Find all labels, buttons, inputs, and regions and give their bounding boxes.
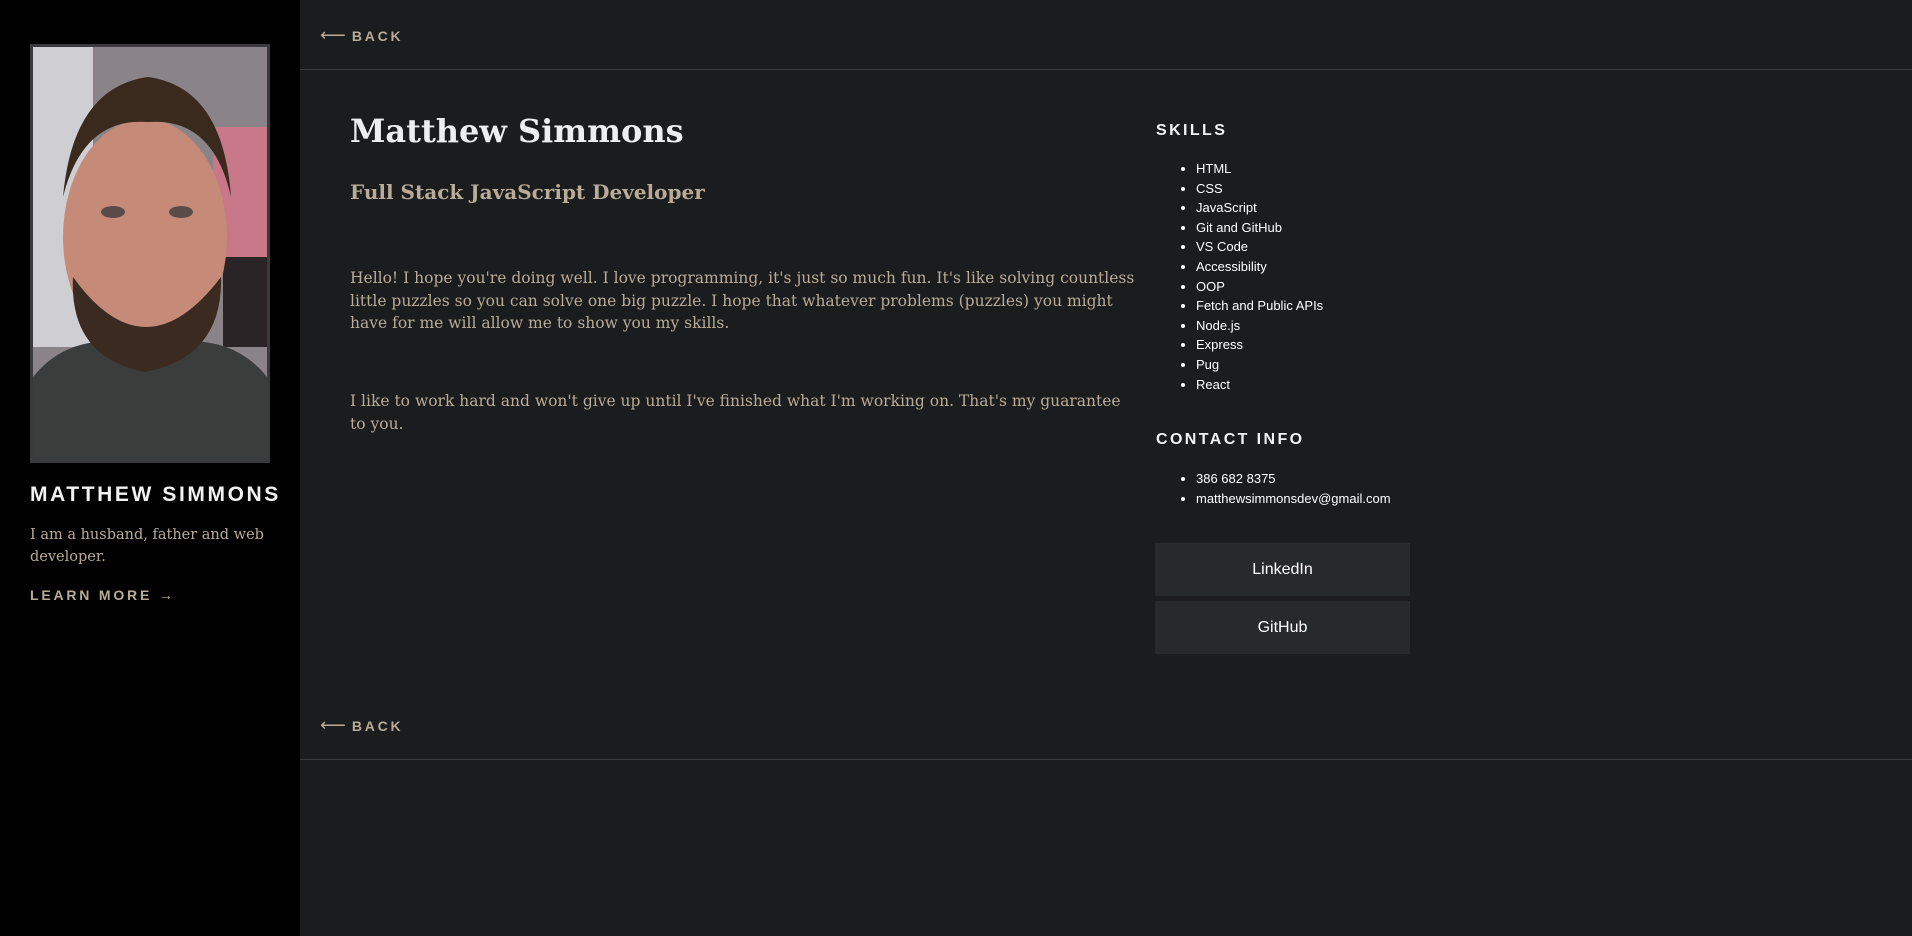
back-link-top[interactable]: ⟵ BACK: [320, 25, 403, 46]
linkedin-button[interactable]: LinkedIn: [1155, 543, 1410, 596]
contact-phone: 386 682 8375: [1196, 469, 1391, 489]
skill-item: JavaScript: [1196, 198, 1323, 218]
skill-item: Express: [1196, 335, 1323, 355]
skill-item: Accessibility: [1196, 257, 1323, 277]
back-label: BACK: [351, 28, 404, 44]
guarantee-paragraph: I like to work hard and won't give up un…: [350, 392, 1121, 433]
skill-item: Fetch and Public APIs: [1196, 296, 1323, 316]
intro-paragraph: Hello! I hope you're doing well. I love …: [350, 269, 1135, 332]
main-content: ⟵ BACK Matthew Simmons Full Stack JavaScr…: [300, 0, 1912, 936]
page-title: Matthew Simmons: [350, 112, 684, 150]
portrait-image: [33, 47, 267, 460]
back-arrow-icon: ⟵: [320, 25, 346, 45]
skill-item: React: [1196, 375, 1323, 395]
skill-item: Pug: [1196, 355, 1323, 375]
learn-more-link[interactable]: LEARN MORE →: [30, 587, 176, 603]
skill-item: CSS: [1196, 179, 1323, 199]
divider-top: [300, 69, 1912, 70]
skills-list: HTML CSS JavaScript Git and GitHub VS Co…: [1196, 159, 1323, 394]
profile-photo: [30, 44, 270, 463]
back-label: BACK: [351, 718, 404, 734]
skill-item: Git and GitHub: [1196, 218, 1323, 238]
skill-item: Node.js: [1196, 316, 1323, 336]
skill-item: HTML: [1196, 159, 1323, 179]
skill-item: OOP: [1196, 277, 1323, 297]
github-button[interactable]: GitHub: [1155, 601, 1410, 654]
contact-email: matthewsimmonsdev@gmail.com: [1196, 489, 1391, 509]
skills-heading: SKILLS: [1156, 122, 1228, 139]
sidebar-name: MATTHEW SIMMONS: [30, 483, 281, 506]
skill-item: VS Code: [1196, 237, 1323, 257]
contact-heading: CONTACT INFO: [1156, 431, 1305, 448]
sidebar-bio: I am a husband, father and web developer…: [30, 527, 264, 565]
divider-bottom: [300, 759, 1912, 760]
back-arrow-icon: ⟵: [320, 715, 346, 735]
page-subtitle: Full Stack JavaScript Developer: [350, 180, 705, 204]
sidebar: MATTHEW SIMMONS I am a husband, father a…: [0, 0, 300, 936]
back-link-bottom[interactable]: ⟵ BACK: [320, 715, 403, 736]
contact-list: 386 682 8375 matthewsimmonsdev@gmail.com: [1196, 469, 1391, 508]
